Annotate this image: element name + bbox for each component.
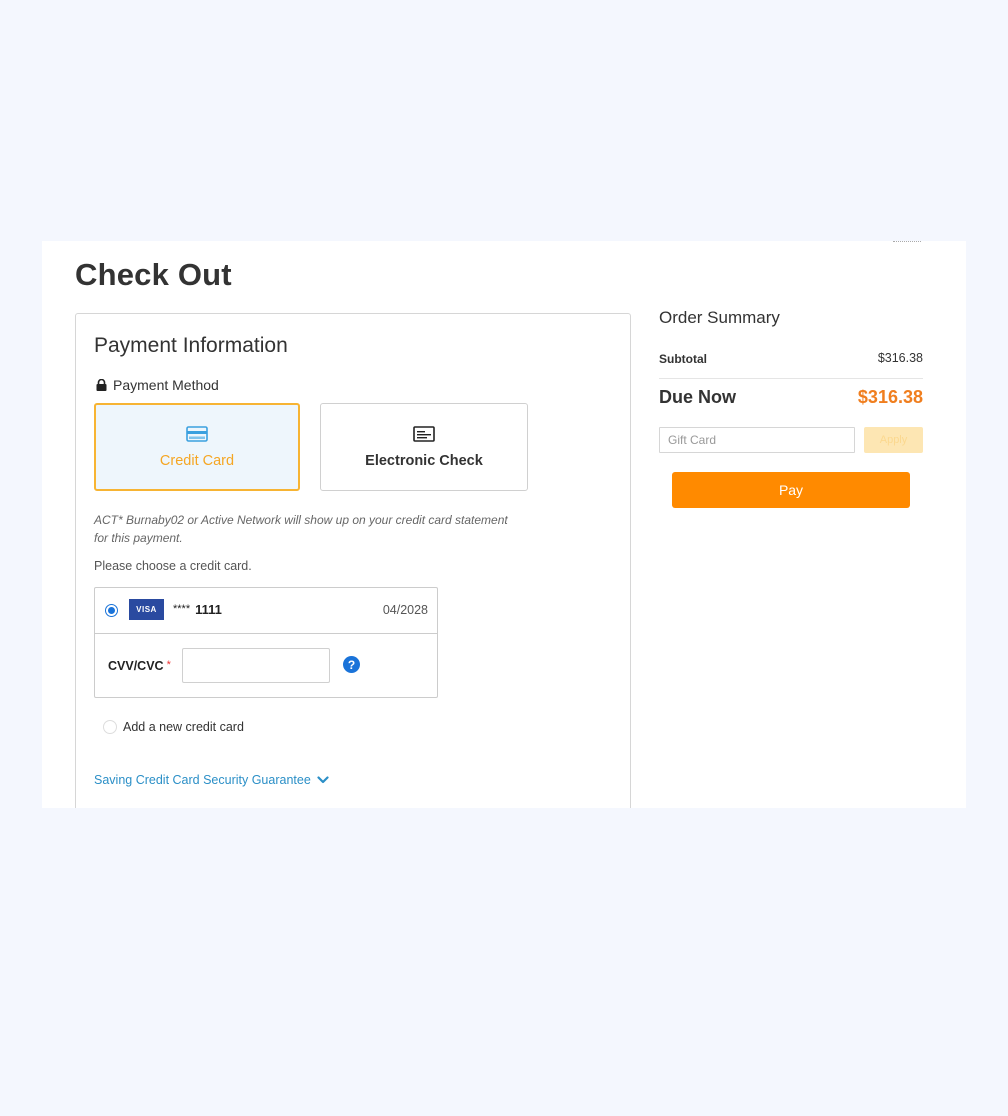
- checkout-panel: Check Out Payment Information Payment Me…: [42, 241, 966, 808]
- cvv-input[interactable]: [182, 648, 330, 683]
- credit-card-icon: [186, 426, 208, 442]
- electronic-check-label: Electronic Check: [365, 453, 483, 469]
- guarantee-label: Saving Credit Card Security Guarantee: [94, 773, 311, 787]
- page-title: Check Out: [75, 257, 232, 292]
- card-number: **** 1111: [173, 602, 222, 617]
- payment-title: Payment Information: [94, 334, 288, 357]
- credit-card-option[interactable]: Credit Card: [94, 403, 300, 491]
- payment-method-label: Payment Method: [96, 377, 219, 393]
- add-card-radio[interactable]: [103, 720, 117, 734]
- credit-card-label: Credit Card: [159, 453, 235, 469]
- summary-divider: [659, 378, 923, 379]
- statement-note: ACT* Burnaby02 or Active Network will sh…: [94, 513, 508, 545]
- saved-card-radio[interactable]: [105, 604, 118, 617]
- lock-icon: [96, 379, 107, 391]
- help-icon[interactable]: ?: [343, 656, 360, 673]
- choose-card-label: Please choose a credit card.: [94, 559, 252, 573]
- add-card-label: Add a new credit card: [123, 720, 244, 734]
- due-now-value: $316.38: [857, 387, 923, 407]
- subtotal-value: $316.38: [877, 351, 923, 365]
- apply-gift-card-button[interactable]: Apply: [864, 427, 923, 453]
- cvv-label-text: CVV/CVC: [108, 659, 164, 673]
- check-icon: [413, 426, 435, 442]
- card-last4: 1111: [195, 602, 222, 617]
- visa-icon: VISA: [129, 599, 164, 620]
- card-mask: ****: [173, 603, 191, 615]
- chevron-down-icon: [317, 776, 329, 784]
- order-summary-title: Order Summary: [659, 308, 780, 327]
- saved-card-row[interactable]: VISA **** 1111 04/2028: [95, 588, 437, 634]
- add-new-card-option[interactable]: Add a new credit card: [103, 720, 244, 734]
- electronic-check-option[interactable]: Electronic Check: [320, 403, 528, 491]
- gift-card-input[interactable]: [659, 427, 855, 453]
- card-expiry: 04/2028: [382, 603, 428, 617]
- saved-card: VISA **** 1111 04/2028 CVV/CVC * ?: [94, 587, 438, 698]
- decorative-mark: [893, 241, 921, 244]
- payment-method-text: Payment Method: [113, 377, 219, 393]
- cvv-label: CVV/CVC *: [108, 659, 171, 673]
- payment-information-section: Payment Information Payment Method Credi…: [75, 313, 631, 808]
- due-now-label: Due Now: [659, 387, 737, 407]
- pay-button[interactable]: Pay: [672, 472, 910, 508]
- subtotal-label: Subtotal: [659, 352, 707, 366]
- required-mark: *: [166, 659, 171, 671]
- security-guarantee-link[interactable]: Saving Credit Card Security Guarantee: [94, 773, 329, 787]
